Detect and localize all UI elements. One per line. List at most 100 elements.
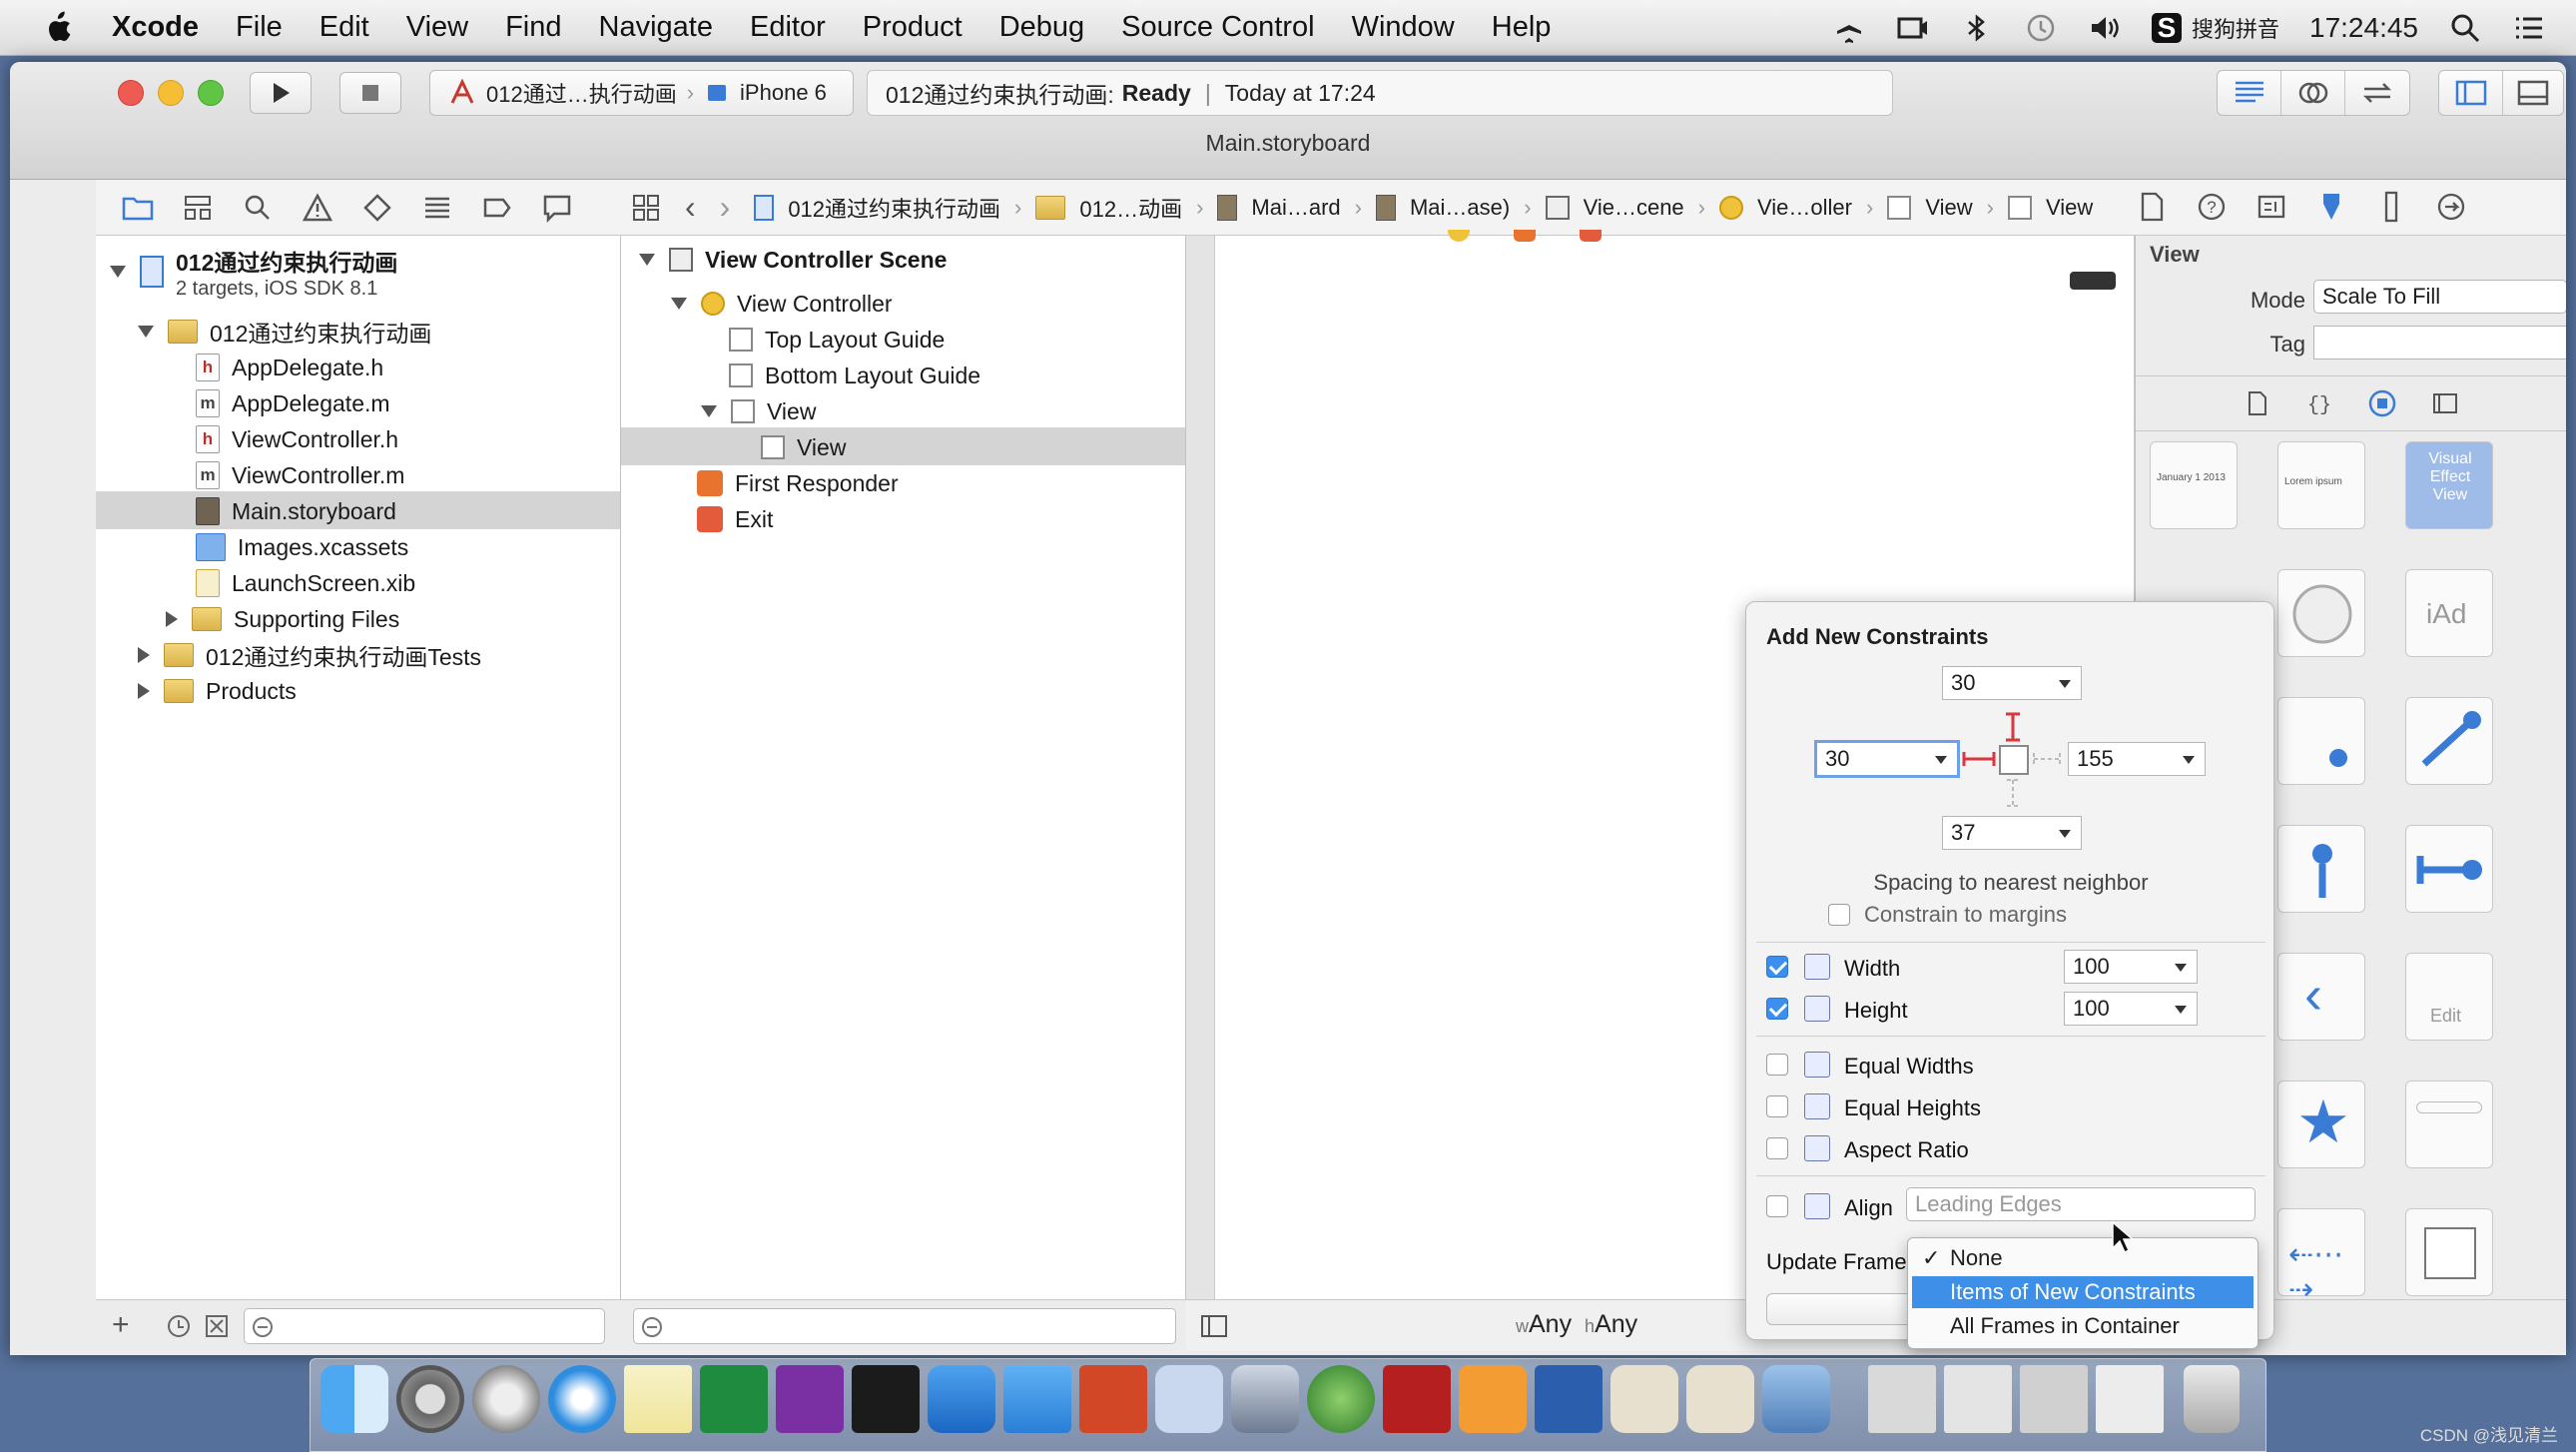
size-inspector-icon[interactable]: [2374, 190, 2408, 224]
aspect-ratio-checkbox[interactable]: [1766, 1137, 1788, 1159]
top-spacing-field[interactable]: 30: [1942, 666, 2082, 700]
align-select[interactable]: Leading Edges: [1906, 1187, 2255, 1221]
menu-app-xcode[interactable]: Xcode: [112, 11, 199, 44]
responder-dock-icon[interactable]: [1514, 230, 1536, 242]
width-checkbox[interactable]: [1766, 956, 1788, 978]
navigator-filter-field[interactable]: [244, 1308, 605, 1344]
library-bar-button[interactable]: Edit: [2405, 953, 2493, 1041]
breadcrumb-group[interactable]: 012…动画: [1079, 192, 1182, 224]
breadcrumb-storyboard[interactable]: Mai…ard: [1251, 195, 1340, 221]
top-pin-icon[interactable]: [2006, 712, 2020, 742]
file-row[interactable]: Images.xcassets: [196, 529, 408, 565]
find-navigator-tab[interactable]: [240, 190, 276, 226]
library-visual-effect-view[interactable]: Visual Effect View: [2405, 441, 2493, 529]
assistant-editor-button[interactable]: [2281, 71, 2345, 115]
outline-filter-field[interactable]: [633, 1308, 1176, 1344]
run-button[interactable]: [250, 72, 312, 114]
trash-icon[interactable]: [2184, 1365, 2240, 1433]
menu-find[interactable]: Find: [505, 11, 561, 44]
bluetooth-icon[interactable]: [1960, 11, 1994, 45]
minimized-window-icon[interactable]: [2020, 1365, 2088, 1433]
media-library-icon[interactable]: [2431, 389, 2459, 417]
breadcrumb-controller[interactable]: Vie…oller: [1757, 195, 1852, 221]
file-inspector-icon[interactable]: [2135, 190, 2169, 224]
dropdown-arrow-icon[interactable]: [1935, 756, 1947, 764]
exit-dock-icon[interactable]: [1580, 230, 1602, 242]
excel-icon[interactable]: [700, 1365, 768, 1433]
word-icon[interactable]: [1535, 1365, 1603, 1433]
disclosure-open-icon[interactable]: [138, 326, 154, 338]
library-tap-gesture[interactable]: [2277, 825, 2365, 913]
constrain-to-margins-checkbox[interactable]: [1828, 904, 1850, 926]
dropdown-arrow-icon[interactable]: [2183, 756, 2195, 764]
align-checkbox[interactable]: [1766, 1195, 1788, 1217]
symbol-navigator-tab[interactable]: [180, 190, 216, 226]
leading-pin-icon[interactable]: [1962, 752, 1996, 766]
library-ad-banner[interactable]: iAd: [2405, 569, 2493, 657]
input-method-icon[interactable]: S: [2151, 12, 2182, 43]
group-row[interactable]: 012通过约束执行动画: [138, 314, 431, 350]
related-items-icon[interactable]: [631, 193, 661, 223]
file-row[interactable]: m ViewController.m: [196, 457, 404, 493]
minimized-window-icon[interactable]: [1944, 1365, 2012, 1433]
library-search-bar[interactable]: [2405, 1081, 2493, 1168]
outline-top-guide-row[interactable]: Top Layout Guide: [729, 322, 945, 358]
file-row[interactable]: h AppDelegate.h: [196, 350, 383, 385]
powerpoint-icon[interactable]: [1079, 1365, 1147, 1433]
scheme-selector[interactable]: 012通过…执行动画 › iPhone 6: [429, 70, 854, 116]
code-snippet-library-icon[interactable]: {}: [2305, 389, 2333, 417]
trailing-pin-icon[interactable]: [2033, 753, 2061, 765]
time-machine-icon[interactable]: [2024, 11, 2058, 45]
minimize-window-button[interactable]: [158, 80, 184, 106]
menu-clock[interactable]: 17:24:45: [2309, 12, 2418, 44]
outline-exit-row[interactable]: Exit: [697, 501, 773, 537]
menu-file[interactable]: File: [236, 11, 283, 44]
system-preferences-icon[interactable]: [396, 1365, 464, 1433]
toggle-outline-icon[interactable]: [1200, 1312, 1228, 1340]
breadcrumb-view[interactable]: View: [1925, 195, 1972, 221]
menu-item-all-frames[interactable]: All Frames in Container: [1912, 1310, 2254, 1342]
dropdown-arrow-icon[interactable]: [2175, 964, 2187, 972]
forward-arrow-icon[interactable]: ›: [720, 189, 731, 226]
zoom-window-button[interactable]: [198, 80, 224, 106]
screenshot-tool-icon[interactable]: [1155, 1365, 1223, 1433]
standard-editor-button[interactable]: [2218, 71, 2281, 115]
menu-help[interactable]: Help: [1492, 11, 1552, 44]
document-app-icon[interactable]: [1610, 1365, 1678, 1433]
trailing-spacing-field[interactable]: 155: [2068, 742, 2206, 776]
menu-item-none[interactable]: ✓ None: [1912, 1242, 2254, 1274]
library-tab-bar-item[interactable]: ★: [2277, 1081, 2365, 1168]
library-activity-indicator[interactable]: [2277, 569, 2365, 657]
minimized-window-icon[interactable]: [2096, 1365, 2164, 1433]
breadcrumb-project[interactable]: 012通过约束执行动画: [788, 192, 1000, 224]
project-navigator-tab[interactable]: [120, 190, 156, 226]
sublime-text-icon[interactable]: [1459, 1365, 1527, 1433]
dropdown-arrow-icon[interactable]: [2059, 680, 2071, 688]
recent-files-icon[interactable]: [166, 1313, 192, 1339]
outline-first-responder-row[interactable]: First Responder: [697, 465, 899, 501]
bottom-spacing-field[interactable]: 37: [1942, 816, 2082, 850]
onenote-icon[interactable]: [776, 1365, 844, 1433]
attributes-inspector-icon[interactable]: [2314, 190, 2348, 224]
launchpad-icon[interactable]: [472, 1365, 540, 1433]
finder-icon[interactable]: [321, 1365, 388, 1433]
preview-icon[interactable]: [1762, 1365, 1830, 1433]
safari-icon[interactable]: [548, 1365, 616, 1433]
globe-app-icon[interactable]: [1307, 1365, 1375, 1433]
outline-view-row[interactable]: View: [701, 393, 816, 429]
disclosure-closed-icon[interactable]: [138, 683, 150, 699]
library-pan-gesture[interactable]: [2405, 825, 2493, 913]
identity-inspector-icon[interactable]: [2254, 190, 2288, 224]
xcode-dock-icon[interactable]: [928, 1365, 995, 1433]
menu-debug[interactable]: Debug: [999, 11, 1084, 44]
test-navigator-tab[interactable]: [359, 190, 395, 226]
file-row[interactable]: m AppDelegate.m: [196, 385, 390, 421]
volume-icon[interactable]: [2088, 11, 2122, 45]
outline-scene-row[interactable]: View Controller Scene: [639, 242, 947, 278]
stop-button[interactable]: [339, 72, 401, 114]
bottom-pin-icon[interactable]: [2007, 779, 2019, 807]
menu-source-control[interactable]: Source Control: [1121, 11, 1314, 44]
project-root-row[interactable]: 012通过约束执行动画 2 targets, iOS SDK 8.1: [110, 242, 397, 302]
file-row-selected[interactable]: Main.storyboard: [196, 493, 396, 529]
leading-spacing-field[interactable]: 30: [1814, 740, 1960, 778]
